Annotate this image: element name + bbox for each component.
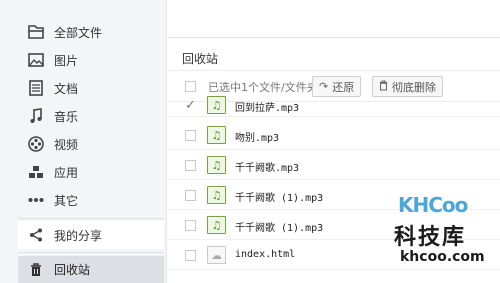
sidebar-item-recycle-bin[interactable]: 回收站 xyxy=(18,256,164,283)
row-checkbox[interactable] xyxy=(185,250,196,261)
document-icon xyxy=(26,78,46,98)
sidebar-item-label: 我的分享 xyxy=(54,228,103,243)
row-checkbox[interactable] xyxy=(185,220,196,231)
page-title: 回收站 xyxy=(182,52,219,66)
row-checkbox[interactable] xyxy=(185,160,196,171)
share-icon xyxy=(26,225,46,245)
file-name[interactable]: 回到拉萨.mp3 xyxy=(235,99,299,114)
file-name[interactable]: index.html xyxy=(235,249,295,260)
music-file-icon: ♫ xyxy=(207,126,226,144)
file-row[interactable]: ♫ 吻别.mp3 xyxy=(168,122,500,150)
file-name[interactable]: 千千阙歌 (1).mp3 xyxy=(235,219,323,234)
sidebar-item-label: 音乐 xyxy=(54,109,79,124)
folder-icon xyxy=(26,22,46,42)
sidebar-item-apps[interactable]: 应用 xyxy=(18,158,164,186)
watermark-chinese: 科技库 xyxy=(394,225,467,250)
file-name[interactable]: 吻别.mp3 xyxy=(235,129,279,144)
sidebar-item-other[interactable]: 其它 xyxy=(18,186,164,214)
video-icon xyxy=(26,134,46,154)
row-checkbox[interactable] xyxy=(185,190,196,201)
file-row[interactable]: ♫ 千千阙歌.mp3 xyxy=(168,152,500,180)
apps-icon xyxy=(26,162,46,182)
sidebar-item-documents[interactable]: 文档 xyxy=(18,74,164,102)
restore-label: 还原 xyxy=(332,80,355,94)
watermark-logo: KHCoo 科技库 khcoo.com xyxy=(392,189,492,275)
trash-icon xyxy=(26,260,46,280)
sidebar-item-label: 应用 xyxy=(54,165,79,180)
row-checkbox[interactable] xyxy=(185,130,196,141)
sidebar-item-label: 视频 xyxy=(54,137,79,152)
divider xyxy=(18,252,164,253)
delete-permanently-button[interactable]: 彻底删除 xyxy=(372,76,443,97)
file-row[interactable]: ✓ ♫ 回到拉萨.mp3 xyxy=(168,95,500,117)
watermark-url: khcoo.com xyxy=(400,249,485,265)
sidebar-item-label: 全部文件 xyxy=(54,25,103,40)
sidebar: 全部文件 图片 文档 音乐 视频 应用 其它 我的分享 回收站 xyxy=(0,0,167,283)
top-bar xyxy=(168,0,500,38)
sidebar-item-my-share[interactable]: 我的分享 xyxy=(18,221,164,249)
checkmark-icon[interactable]: ✓ xyxy=(185,98,196,113)
more-icon xyxy=(26,190,46,210)
restore-button[interactable]: ↷ 还原 xyxy=(312,76,362,97)
music-file-icon: ♫ xyxy=(207,96,226,114)
music-icon xyxy=(26,106,46,126)
music-file-icon: ♫ xyxy=(207,156,226,174)
selection-status: 已选中1个文件/文件夹 xyxy=(208,81,318,94)
sidebar-item-label: 其它 xyxy=(54,193,79,208)
divider xyxy=(18,218,164,219)
trash-icon xyxy=(379,79,388,94)
sidebar-item-all-files[interactable]: 全部文件 xyxy=(18,18,164,46)
sidebar-item-label: 图片 xyxy=(54,53,79,68)
file-name[interactable]: 千千阙歌.mp3 xyxy=(235,159,299,174)
sidebar-item-label: 文档 xyxy=(54,81,79,96)
sidebar-item-label: 回收站 xyxy=(54,263,91,277)
cloud-file-icon: ☁ xyxy=(207,246,226,264)
image-icon xyxy=(26,50,46,70)
sidebar-item-images[interactable]: 图片 xyxy=(18,46,164,74)
sidebar-item-music[interactable]: 音乐 xyxy=(18,102,164,130)
music-file-icon: ♫ xyxy=(207,186,226,204)
undo-icon: ↷ xyxy=(319,80,329,93)
sidebar-item-video[interactable]: 视频 xyxy=(18,130,164,158)
file-name[interactable]: 千千阙歌 (1).mp3 xyxy=(235,189,323,204)
select-all-checkbox[interactable] xyxy=(185,81,196,92)
music-file-icon: ♫ xyxy=(207,216,226,234)
watermark-brand: KHCoo xyxy=(398,193,468,217)
delete-label: 彻底删除 xyxy=(392,80,436,94)
